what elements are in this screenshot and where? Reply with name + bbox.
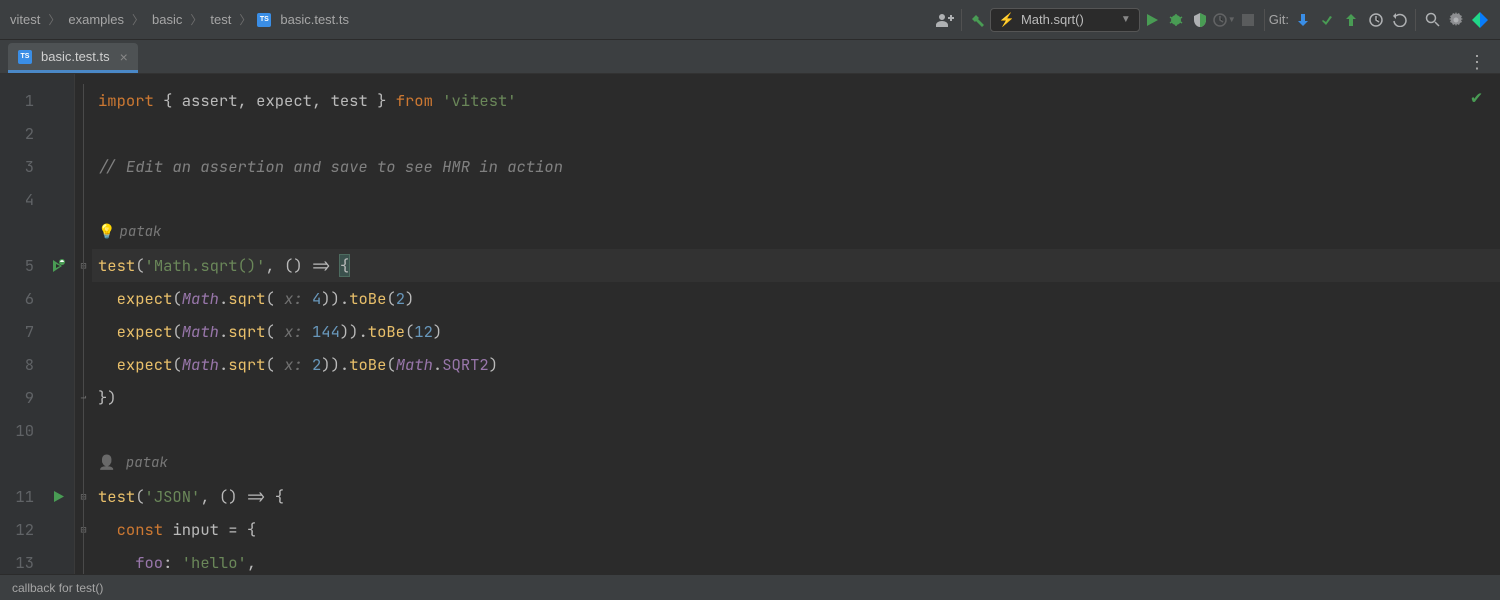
line-number: 3: [0, 150, 34, 183]
code-line[interactable]: expect(Math.sqrt( x: 4)).toBe(2): [92, 282, 1500, 315]
rerun-test-icon[interactable]: [42, 249, 74, 282]
chevron-down-icon: ▼: [1121, 14, 1131, 25]
line-number: 2: [0, 117, 34, 150]
git-history-icon[interactable]: [1363, 8, 1387, 32]
gutter-spacer: [42, 315, 74, 348]
git-label: Git:: [1269, 12, 1289, 27]
code-line[interactable]: }): [92, 381, 1500, 414]
code-line[interactable]: [92, 183, 1500, 216]
top-toolbar: vitest 〉 examples 〉 basic 〉 test 〉 basic…: [0, 0, 1500, 40]
code-line[interactable]: const input = {: [92, 513, 1500, 546]
gutter-spacer: [42, 282, 74, 315]
debug-button[interactable]: [1164, 8, 1188, 32]
crumb-folder[interactable]: test: [208, 12, 233, 27]
code-line[interactable]: // Edit an assertion and save to see HMR…: [92, 150, 1500, 183]
git-pull-icon[interactable]: [1291, 8, 1315, 32]
code-area[interactable]: import { assert, expect, test } from 'vi…: [92, 74, 1500, 574]
ts-file-icon: [257, 13, 271, 27]
line-number: 5: [0, 249, 34, 282]
bolt-icon: ⚡: [999, 12, 1015, 28]
code-line[interactable]: [92, 117, 1500, 150]
close-icon[interactable]: ×: [120, 49, 128, 65]
line-number: 1: [0, 84, 34, 117]
chevron-right-icon: 〉: [237, 11, 253, 28]
chevron-right-icon: 〉: [188, 11, 204, 28]
crumb-file[interactable]: basic.test.ts: [278, 12, 351, 27]
line-number: 4: [0, 183, 34, 216]
tab-basic-test[interactable]: basic.test.ts ×: [8, 43, 138, 73]
jetbrains-logo-icon[interactable]: [1468, 8, 1492, 32]
bulb-icon[interactable]: 💡: [98, 223, 115, 241]
separator: [1264, 9, 1265, 31]
gutter-spacer: [42, 84, 74, 117]
fold-gutter: ⊟ ⌐ ⊟ ⊟: [74, 74, 92, 574]
fold-end-icon[interactable]: ⌐: [75, 381, 92, 414]
settings-icon[interactable]: [1444, 8, 1468, 32]
line-spacer: [0, 216, 34, 249]
tab-label: basic.test.ts: [41, 49, 110, 64]
code-line[interactable]: import { assert, expect, test } from 'vi…: [92, 84, 1500, 117]
breadcrumbs: vitest 〉 examples 〉 basic 〉 test 〉 basic…: [8, 11, 351, 28]
run-test-icon[interactable]: [42, 480, 74, 513]
profile-button[interactable]: ▼: [1212, 8, 1236, 32]
author-inlay: 💡patak: [92, 216, 1500, 249]
git-push-icon[interactable]: [1339, 8, 1363, 32]
line-gutter: 1 2 3 4 5 6 7 8 9 10 11 12 13: [0, 74, 42, 574]
line-number: 9: [0, 381, 34, 414]
line-number: 7: [0, 315, 34, 348]
code-line-current[interactable]: test('Math.sqrt()', () => {: [92, 249, 1500, 282]
crumb-folder[interactable]: examples: [66, 12, 126, 27]
run-button[interactable]: [1140, 8, 1164, 32]
line-number: 12: [0, 513, 34, 546]
gutter-spacer: [42, 183, 74, 216]
search-icon[interactable]: [1420, 8, 1444, 32]
code-line[interactable]: expect(Math.sqrt( x: 2)).toBe(Math.SQRT2…: [92, 348, 1500, 381]
add-user-icon[interactable]: [933, 8, 957, 32]
status-text: callback for test(): [12, 581, 103, 595]
chevron-right-icon: 〉: [46, 11, 62, 28]
gutter-spacer: [42, 216, 74, 249]
tabs-overflow-icon[interactable]: ⋮: [1454, 52, 1500, 73]
code-editor[interactable]: 1 2 3 4 5 6 7 8 9 10 11 12 13: [0, 74, 1500, 574]
run-config-selector[interactable]: ⚡ Math.sqrt() ▼: [990, 8, 1140, 32]
git-revert-icon[interactable]: [1387, 8, 1411, 32]
author-inlay: 👤 patak: [92, 447, 1500, 480]
separator: [961, 9, 962, 31]
chevron-right-icon: 〉: [130, 11, 146, 28]
status-bar: callback for test(): [0, 574, 1500, 600]
gutter-spacer: [42, 348, 74, 381]
line-number: 6: [0, 282, 34, 315]
ts-file-icon: [18, 50, 32, 64]
inspection-ok-icon[interactable]: ✔: [1471, 86, 1482, 109]
crumb-project[interactable]: vitest: [8, 12, 42, 27]
build-hammer-icon[interactable]: [966, 8, 990, 32]
git-commit-icon[interactable]: [1315, 8, 1339, 32]
editor-tabs: basic.test.ts × ⋮: [0, 40, 1500, 74]
line-spacer: [0, 447, 34, 480]
gutter-icons: [42, 74, 74, 574]
gutter-spacer: [42, 447, 74, 480]
coverage-button[interactable]: [1188, 8, 1212, 32]
code-line[interactable]: test('JSON', () => {: [92, 480, 1500, 513]
gutter-spacer: [42, 117, 74, 150]
stop-button[interactable]: [1236, 8, 1260, 32]
line-number: 8: [0, 348, 34, 381]
crumb-folder[interactable]: basic: [150, 12, 184, 27]
run-config-label: Math.sqrt(): [1021, 12, 1084, 27]
indent-guide: [83, 84, 84, 579]
person-icon: 👤: [98, 454, 115, 472]
gutter-spacer: [42, 150, 74, 183]
gutter-spacer: [42, 381, 74, 414]
gutter-spacer: [42, 513, 74, 546]
code-line[interactable]: expect(Math.sqrt( x: 144)).toBe(12): [92, 315, 1500, 348]
line-number: 11: [0, 480, 34, 513]
gutter-spacer: [42, 414, 74, 447]
line-number: 10: [0, 414, 34, 447]
code-line[interactable]: [92, 414, 1500, 447]
separator: [1415, 9, 1416, 31]
